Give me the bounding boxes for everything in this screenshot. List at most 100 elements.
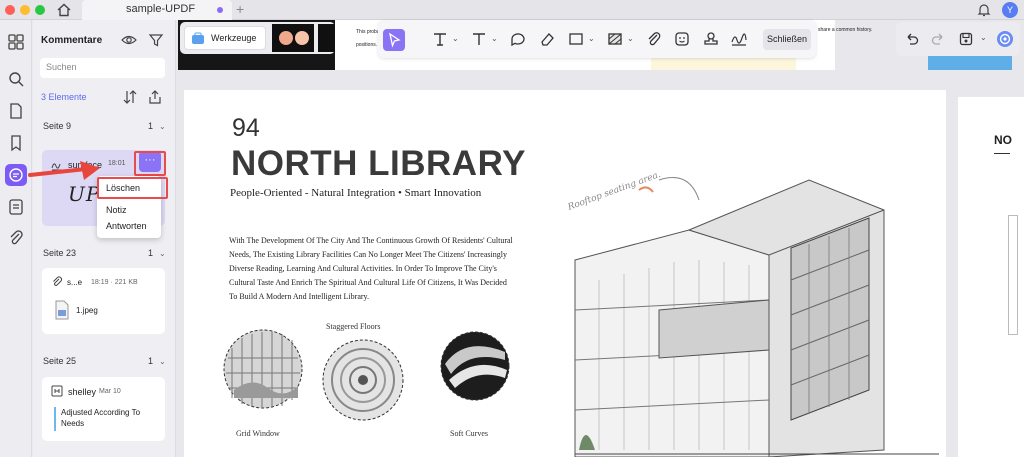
- bookmark-icon[interactable]: [6, 133, 26, 153]
- page-icon[interactable]: [6, 101, 26, 121]
- menu-item-note[interactable]: Notiz: [106, 205, 127, 215]
- undo-icon[interactable]: [904, 31, 920, 47]
- grid-window-image: [223, 329, 303, 409]
- annotation-arrow: [28, 161, 100, 180]
- comment-date: Mar 10: [99, 388, 121, 395]
- panel-title: Kommentare: [41, 35, 103, 46]
- annotation-toolbar: ⌄ ⌄ ⌄ ⌄ Schließen: [378, 20, 816, 58]
- signature-preview: UP: [68, 182, 101, 206]
- chevron-down-icon[interactable]: ⌄: [159, 249, 166, 258]
- eye-icon[interactable]: [121, 32, 137, 48]
- area-highlight-icon[interactable]: [606, 30, 624, 48]
- sticker-icon[interactable]: [673, 30, 691, 48]
- section-label: Seite 23: [43, 248, 77, 258]
- label-soft-curves: Soft Curves: [450, 429, 488, 438]
- search-input[interactable]: Suchen: [40, 58, 165, 78]
- avatar[interactable]: Y: [1002, 2, 1018, 18]
- export-icon[interactable]: [147, 89, 163, 105]
- tools-toolbar: Werkzeuge: [180, 22, 335, 54]
- chevron-down-icon[interactable]: ⌄: [980, 33, 987, 42]
- document-tab[interactable]: sample-UPDF: [82, 0, 232, 20]
- pdf-page[interactable]: 94 NORTH LIBRARY People-Oriented - Natur…: [184, 90, 946, 457]
- close-button[interactable]: Schließen: [763, 29, 811, 50]
- menu-item-reply[interactable]: Antworten: [106, 221, 147, 231]
- section-count: 1: [148, 121, 154, 131]
- home-icon[interactable]: [56, 2, 72, 18]
- page-number-label: 94: [232, 114, 260, 142]
- redo-icon[interactable]: [930, 31, 946, 47]
- next-pdf-page[interactable]: NO: [958, 97, 1024, 457]
- section-label: Seite 25: [43, 356, 77, 366]
- page-title: NORTH LIBRARY: [231, 144, 526, 183]
- strip-text: This proba: [356, 29, 380, 35]
- comment-text: Adjusted According To Needs: [61, 408, 141, 428]
- staggered-floors-image: [322, 339, 404, 421]
- soft-curves-image: [440, 331, 510, 401]
- ai-assistant-icon[interactable]: [996, 30, 1014, 48]
- file-icon: [55, 300, 69, 320]
- highlight-box-delete: [97, 177, 168, 199]
- strip-text: share a common history.: [818, 27, 873, 33]
- new-tab-button[interactable]: +: [236, 1, 244, 17]
- image-thumbnail: [318, 24, 335, 52]
- strip-text: positions.: [356, 42, 378, 48]
- signature-icon[interactable]: [730, 30, 748, 48]
- chevron-down-icon[interactable]: ⌄: [159, 357, 166, 366]
- sort-icon[interactable]: [122, 89, 138, 105]
- document-viewer[interactable]: This proba positions. share a common his…: [176, 20, 1024, 457]
- stamp-icon[interactable]: [702, 30, 720, 48]
- attachment-icon[interactable]: [645, 30, 663, 48]
- chevron-down-icon[interactable]: ⌄: [159, 122, 166, 131]
- page-subtitle: People-Oriented - Natural Integration • …: [230, 187, 482, 199]
- attachment-icon[interactable]: [6, 228, 26, 248]
- image-thumbnail: [272, 24, 314, 52]
- text-t-icon[interactable]: [431, 30, 449, 48]
- chevron-down-icon[interactable]: ⌄: [491, 34, 498, 43]
- rectangle-icon[interactable]: [567, 30, 585, 48]
- unsaved-dot: [217, 7, 223, 13]
- comment-icon: [9, 168, 23, 182]
- library-building-illustration: Rooftop seating area.: [566, 170, 939, 457]
- comment-card[interactable]: s...e 18:19 · 221 KB 1.jpeg: [42, 268, 165, 334]
- chevron-down-icon[interactable]: ⌄: [452, 34, 459, 43]
- chevron-down-icon[interactable]: ⌄: [627, 34, 634, 43]
- divider: [994, 153, 1010, 154]
- comments-panel-button[interactable]: [5, 164, 27, 186]
- table-fragment: [1008, 215, 1018, 335]
- comment-card[interactable]: shelley Mar 10 Adjusted According To Nee…: [42, 377, 165, 441]
- text-box-icon: [51, 385, 63, 397]
- comment-author: s...e: [67, 278, 83, 287]
- form-icon[interactable]: [6, 197, 26, 217]
- comment-time: 18:01: [108, 160, 126, 167]
- chevron-down-icon[interactable]: ⌄: [588, 34, 595, 43]
- comment-icon[interactable]: [509, 30, 527, 48]
- section-count: 1: [148, 356, 154, 366]
- glow-image: [279, 31, 309, 45]
- bell-icon[interactable]: [976, 2, 992, 18]
- next-page-title: NO: [994, 133, 1012, 147]
- thumbnails-icon[interactable]: [6, 32, 26, 52]
- left-icon-rail: [0, 20, 32, 457]
- search-icon[interactable]: [6, 69, 26, 89]
- zoom-window-button[interactable]: [35, 5, 45, 15]
- tools-label: Werkzeuge: [211, 33, 257, 43]
- text-box-icon[interactable]: [470, 30, 488, 48]
- filter-icon[interactable]: [148, 32, 164, 48]
- highlight-box-more: [134, 151, 166, 176]
- attachment-filename: 1.jpeg: [76, 306, 98, 315]
- section-label: Seite 9: [43, 121, 72, 131]
- comment-meta: 18:19 · 221 KB: [91, 279, 138, 286]
- tool-select-button[interactable]: [383, 29, 405, 51]
- cursor-icon: [389, 32, 401, 48]
- history-toolbar: ⌄: [896, 22, 1020, 56]
- close-window-button[interactable]: [5, 5, 15, 15]
- eraser-icon[interactable]: [538, 30, 556, 48]
- comments-panel: Kommentare Suchen 3 Elemente Seite 9 1 ⌄…: [33, 20, 176, 457]
- toolbox-icon: [192, 32, 204, 44]
- comment-author: shelley: [68, 387, 97, 397]
- title-bar: sample-UPDF + Y: [0, 0, 1024, 20]
- label-staggered-floors: Staggered Floors: [326, 322, 381, 331]
- save-icon[interactable]: [958, 31, 974, 47]
- tools-button[interactable]: Werkzeuge: [184, 26, 266, 50]
- minimize-window-button[interactable]: [20, 5, 30, 15]
